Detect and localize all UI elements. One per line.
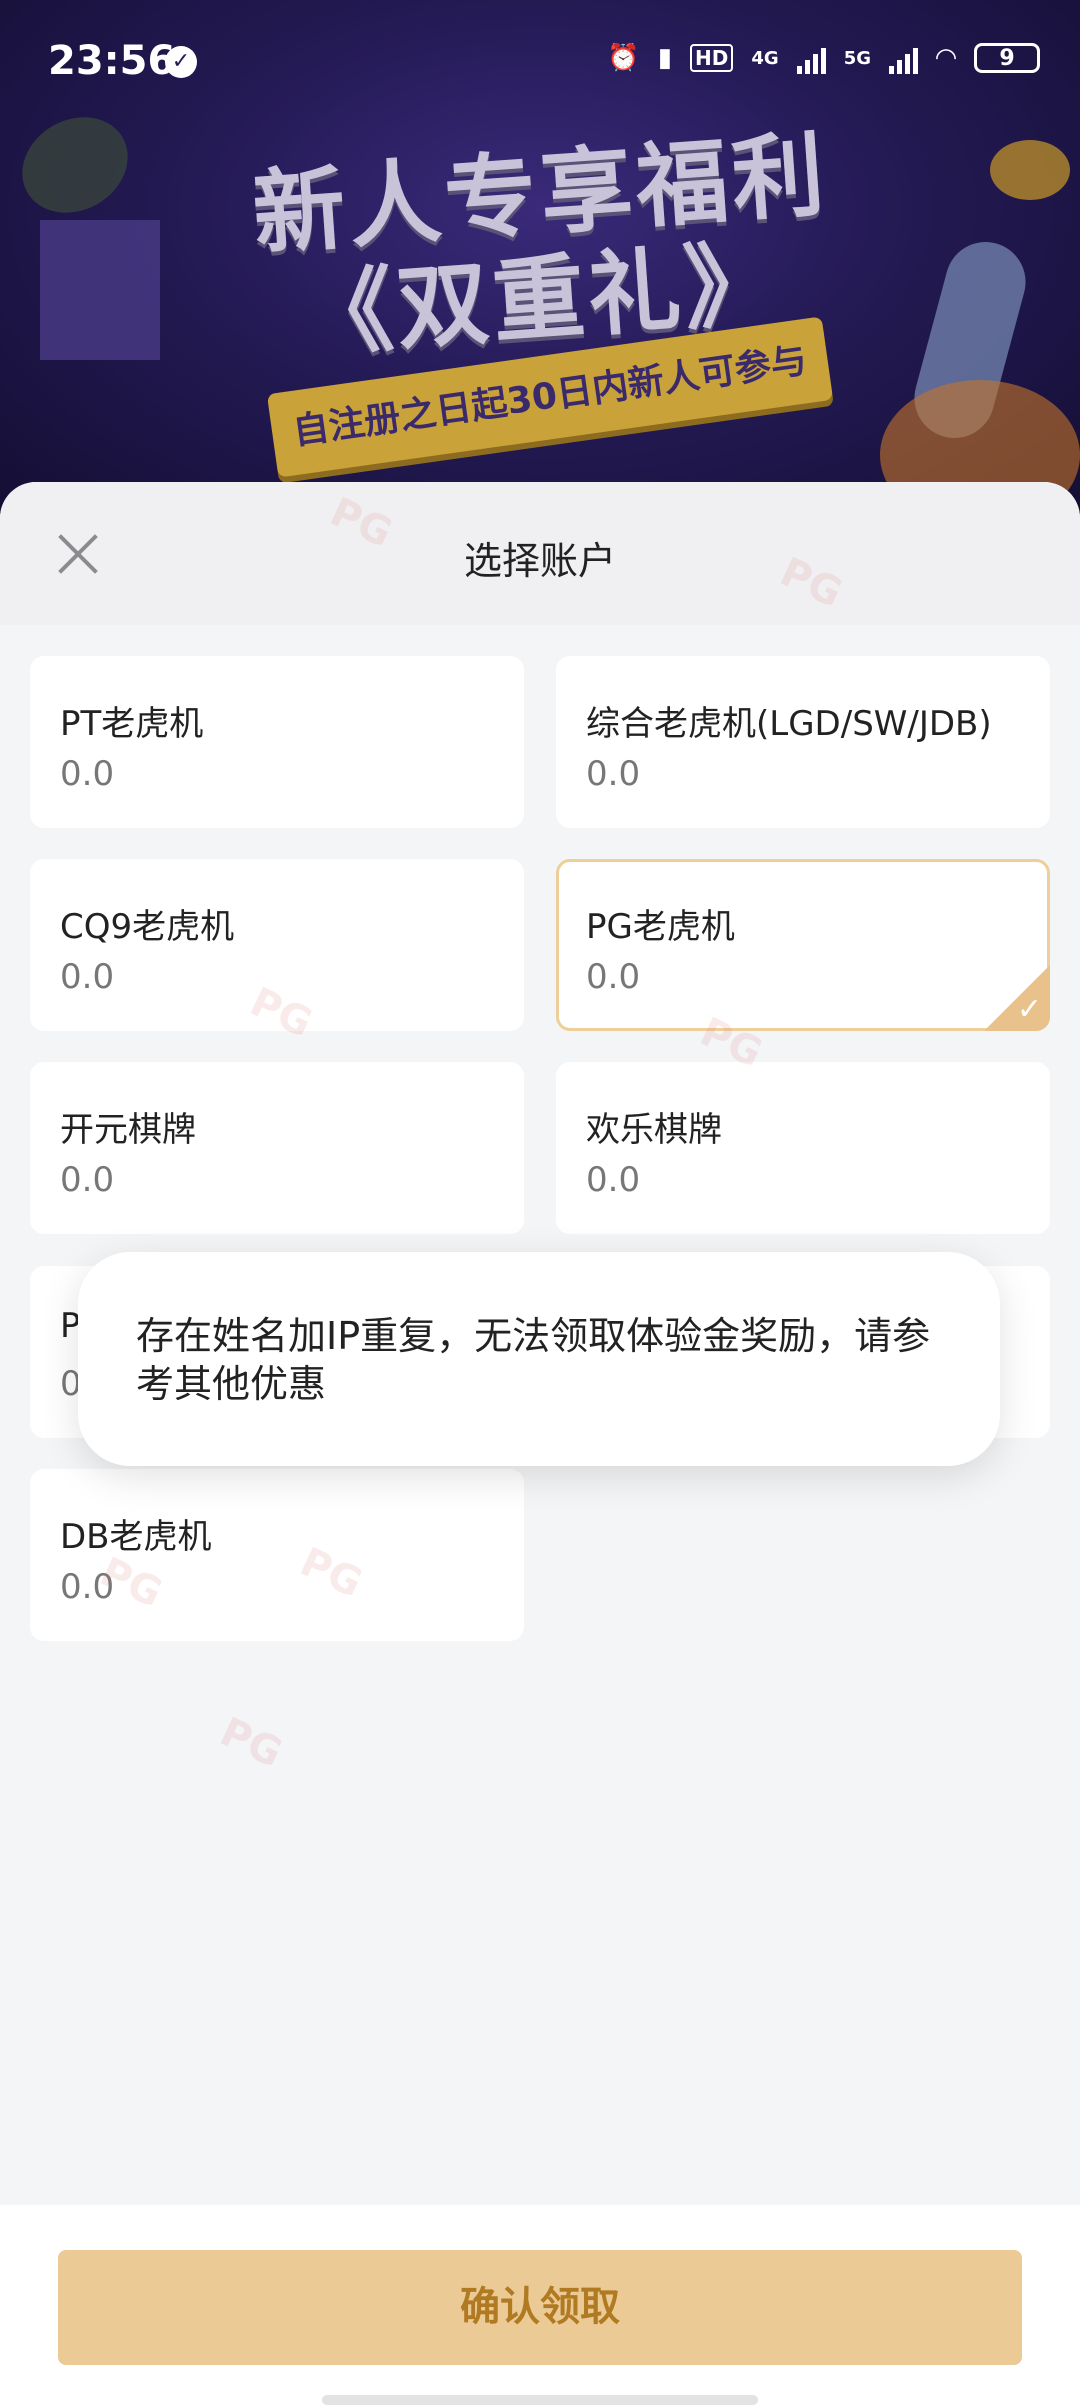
account-card-pt[interactable]: PT老虎机 0.0 bbox=[30, 656, 524, 828]
home-indicator[interactable] bbox=[322, 2395, 758, 2405]
account-balance: 0.0 bbox=[60, 754, 115, 794]
account-name: PG老虎机 bbox=[586, 907, 735, 947]
alarm-icon: ⏰ bbox=[607, 43, 640, 73]
toast-message: 存在姓名加IP重复，无法领取体验金奖励，请参考其他优惠 bbox=[78, 1252, 1000, 1466]
status-icons: ⏰ ▮ HD 4G 5G ◠ 9 bbox=[607, 42, 1040, 74]
toast-text: 存在姓名加IP重复，无法领取体验金奖励，请参考其他优惠 bbox=[136, 1314, 931, 1406]
bottom-bar: 确认领取 bbox=[0, 2205, 1080, 2408]
account-card-db[interactable]: DB老虎机 0.0 bbox=[30, 1469, 524, 1641]
account-name: 开元棋牌 bbox=[60, 1110, 196, 1150]
account-name: CQ9老虎机 bbox=[60, 907, 235, 947]
account-balance: 0.0 bbox=[586, 754, 641, 794]
account-name: 综合老虎机(LGD/SW/JDB) bbox=[586, 704, 992, 744]
network-4g-label: 4G bbox=[751, 47, 779, 69]
signal-icon bbox=[796, 42, 826, 74]
account-name: PT老虎机 bbox=[60, 704, 204, 744]
signal-icon-2 bbox=[889, 42, 918, 74]
account-card-kaiyuan[interactable]: 开元棋牌 0.0 bbox=[30, 1062, 524, 1234]
sheet-title: 选择账户 bbox=[463, 539, 616, 583]
vibrate-icon: ▮ bbox=[657, 43, 673, 73]
account-card-pg[interactable]: PG老虎机 0.0 ✓ bbox=[556, 859, 1050, 1031]
account-name: 欢乐棋牌 bbox=[586, 1110, 722, 1150]
battery-level: 9 bbox=[999, 45, 1015, 71]
status-bar: 23:56 ✓ ⏰ ▮ HD 4G 5G ◠ 9 bbox=[0, 0, 1080, 125]
check-circle-icon: ✓ bbox=[165, 46, 197, 78]
account-card-huanle[interactable]: 欢乐棋牌 0.0 bbox=[556, 1062, 1050, 1234]
account-balance: 0.0 bbox=[586, 1160, 641, 1200]
status-time: 23:56 bbox=[48, 38, 176, 84]
account-balance: 0.0 bbox=[60, 957, 115, 997]
hd-icon: HD bbox=[690, 44, 734, 72]
network-5g-label: 5G bbox=[843, 47, 871, 69]
sheet-header: 选择账户 bbox=[0, 482, 1080, 625]
account-balance: 0.0 bbox=[60, 1160, 115, 1200]
selected-check-icon: ✓ bbox=[984, 965, 1050, 1031]
wifi-icon: ◠ bbox=[936, 43, 956, 73]
account-name: DB老虎机 bbox=[60, 1517, 212, 1557]
account-card-combined[interactable]: 综合老虎机(LGD/SW/JDB) 0.0 bbox=[556, 656, 1050, 828]
account-balance: 0.0 bbox=[586, 957, 641, 997]
confirm-claim-button[interactable]: 确认领取 bbox=[58, 2250, 1022, 2365]
battery-icon: 9 bbox=[974, 43, 1040, 73]
